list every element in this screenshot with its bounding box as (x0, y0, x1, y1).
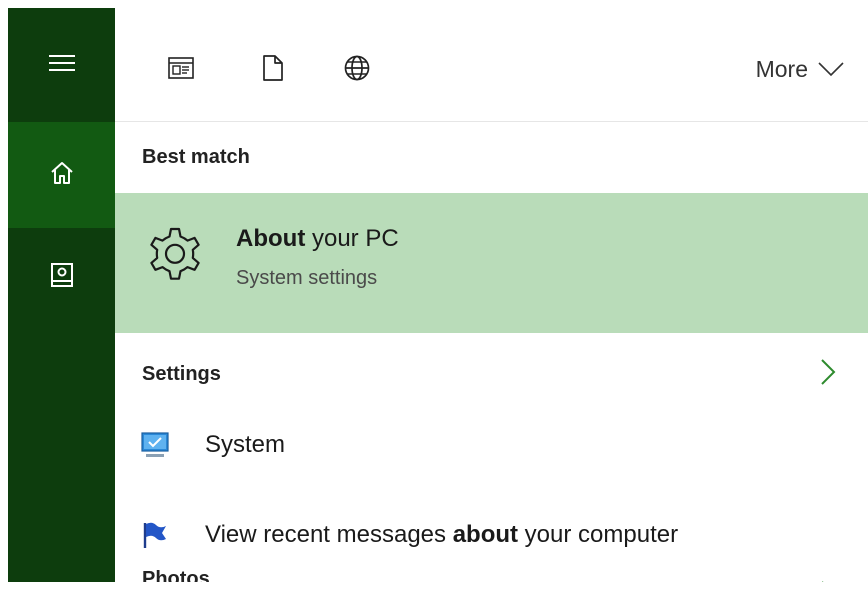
home-button[interactable] (8, 122, 115, 228)
more-label: More (755, 56, 808, 82)
documents-filter-button[interactable] (255, 52, 291, 88)
hamburger-icon (48, 53, 75, 78)
chevron-down-icon (818, 56, 844, 83)
web-icon (343, 54, 371, 87)
gear-icon (142, 221, 208, 292)
more-dropdown[interactable]: More (756, 56, 844, 83)
best-match-result[interactable]: About your PC System settings (115, 193, 868, 333)
home-icon (49, 160, 75, 191)
list-item-label: System (205, 431, 286, 458)
chevron-right-icon (820, 359, 836, 390)
web-filter-button[interactable] (339, 52, 375, 88)
best-match-heading: Best match (142, 146, 250, 168)
result-title-match: About (236, 225, 306, 252)
result-title: About your PC (236, 225, 399, 253)
label-post: your computer (518, 521, 679, 548)
monitor-icon (140, 430, 170, 465)
notebook-button[interactable] (8, 228, 115, 328)
menu-button[interactable] (8, 8, 115, 122)
results-panel: More Best match About your PC System set… (115, 8, 868, 582)
photos-heading: Photos (142, 568, 210, 582)
label-match: about (452, 521, 519, 548)
apps-icon (168, 56, 194, 84)
result-title-rest: your PC (305, 225, 399, 252)
flag-icon (140, 520, 170, 555)
label-pre: View recent messages (205, 521, 453, 548)
list-item-recent-messages[interactable]: View recent messages about your computer (115, 510, 868, 560)
result-subtitle: System settings (236, 267, 378, 289)
notebook-icon (50, 262, 74, 295)
settings-expand-button[interactable] (820, 358, 836, 391)
left-rail (8, 8, 115, 582)
search-window: More Best match About your PC System set… (0, 0, 868, 590)
apps-filter-button[interactable] (163, 52, 199, 88)
photos-expand-button[interactable] (820, 580, 836, 582)
filter-bar: More (115, 8, 868, 122)
settings-heading: Settings (142, 363, 221, 385)
documents-icon (262, 54, 284, 87)
list-item-label: View recent messages about your computer (205, 521, 678, 549)
list-item-system[interactable]: System (115, 420, 868, 470)
